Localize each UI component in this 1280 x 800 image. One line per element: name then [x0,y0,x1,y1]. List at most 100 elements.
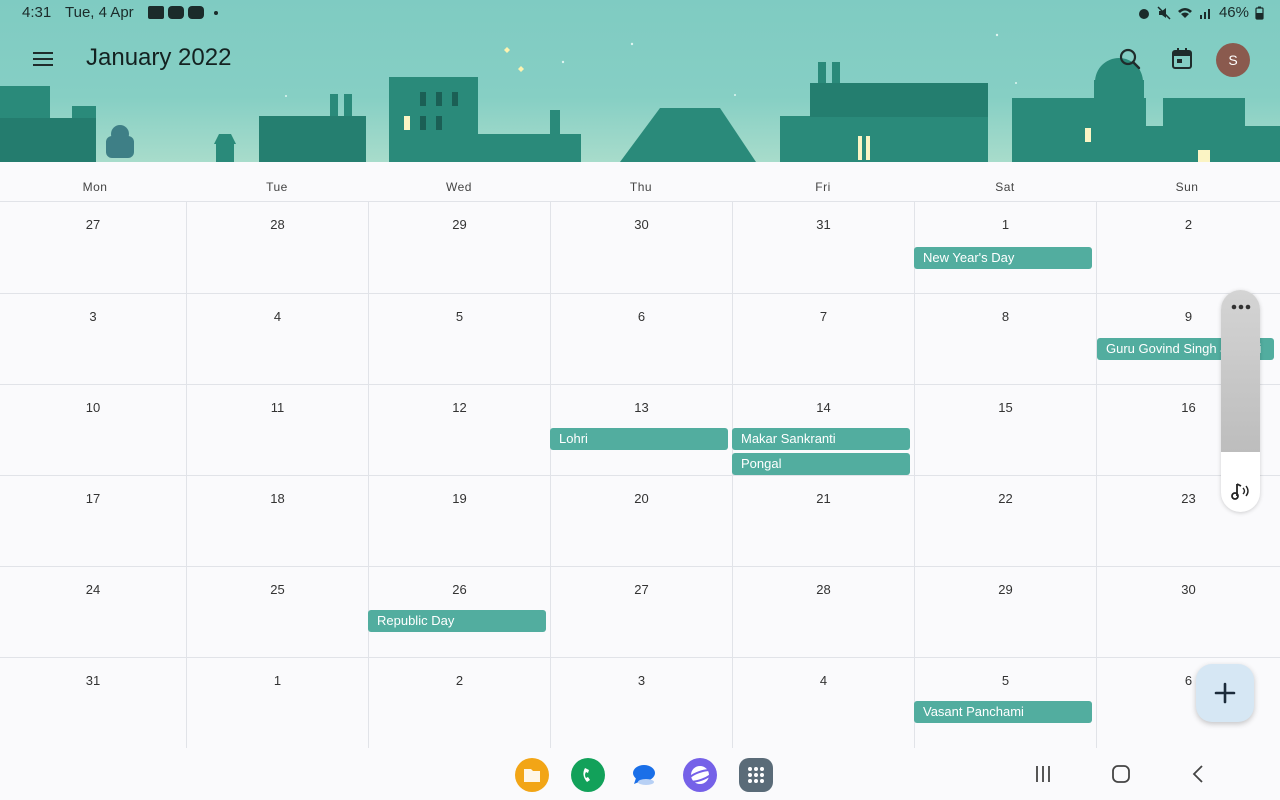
chat-bubble-glyph [633,765,655,785]
day-number: 25 [270,582,285,597]
internet-icon[interactable] [683,758,717,792]
day-cell[interactable]: 18 [187,476,369,567]
day-cell[interactable]: 29 [369,202,551,294]
recent-apps-icon[interactable] [1030,762,1056,786]
day-cell[interactable]: 29 [915,567,1097,658]
day-number: 12 [452,400,467,415]
day-number: 19 [452,491,467,506]
day-cell[interactable]: 10 [0,385,187,476]
day-cell[interactable]: 27 [551,567,733,658]
month-header-banner: 4:31 Tue, 4 Apr 46% January 2022 S [0,0,1280,162]
event-chip[interactable]: Lohri [550,428,728,450]
notification-icons [148,6,218,19]
status-bar: 4:31 Tue, 4 Apr 46% [0,0,1280,26]
day-number: 5 [1001,673,1010,688]
battery-icon [1255,6,1264,20]
month-title[interactable]: January 2022 [86,44,231,72]
day-number: 31 [816,217,831,232]
menu-button[interactable] [28,46,58,72]
status-date: Tue, 4 Apr [65,4,134,21]
status-right-icons: 46% [1137,4,1264,21]
day-cell[interactable]: 12 [369,385,551,476]
day-cell[interactable]: 15 [915,385,1097,476]
edge-panel-volume-track[interactable] [1221,290,1260,452]
back-icon[interactable] [1186,762,1212,786]
day-cell[interactable]: 31 [0,658,187,748]
day-cell[interactable]: 31 [733,202,915,294]
mute-icon [1157,5,1171,20]
system-navigation-bar [0,748,1280,800]
day-cell[interactable]: 19 [369,476,551,567]
day-number: 26 [452,582,467,597]
day-number: 14 [816,400,831,415]
day-cell[interactable]: 22 [915,476,1097,567]
day-cell[interactable]: 24 [0,567,187,658]
day-cell[interactable]: 25 [187,567,369,658]
day-cell[interactable]: 30 [1097,567,1280,658]
media-sound-icon[interactable] [1229,480,1253,502]
day-number: 17 [85,491,101,506]
hamburger-icon-line [33,58,53,60]
day-number: 3 [637,673,646,688]
search-icon[interactable] [1117,46,1143,72]
weekday-label: Tue [266,180,288,194]
day-number: 28 [270,217,285,232]
battery-percentage: 46% [1218,4,1249,21]
day-number: 3 [89,309,97,324]
signal-icon [1199,8,1210,19]
day-cell[interactable]: 7 [733,294,915,385]
create-event-button[interactable] [1196,664,1254,722]
event-chip[interactable]: Pongal [732,453,910,475]
day-number: 2 [1184,217,1193,232]
my-files-icon[interactable] [515,758,549,792]
day-number: 21 [816,491,831,506]
day-number: 6 [637,309,646,324]
today-calendar-icon[interactable] [1169,46,1195,72]
day-cell[interactable]: 3 [0,294,187,385]
event-chip[interactable]: Republic Day [368,610,546,632]
planet-glyph [687,766,714,784]
account-avatar[interactable]: S [1216,43,1250,77]
apps-icon[interactable] [739,758,773,792]
edge-panel-handle[interactable] [1221,290,1260,512]
day-cell[interactable]: 11 [187,385,369,476]
day-number: 1 [273,673,282,688]
day-cell[interactable]: 3 [551,658,733,748]
day-cell[interactable]: 20 [551,476,733,567]
phone-glyph [583,768,590,782]
day-cell[interactable]: 8 [915,294,1097,385]
day-cell[interactable]: 27 [0,202,187,294]
day-cell[interactable]: 6 [551,294,733,385]
day-cell[interactable]: 4 [733,658,915,748]
day-number: 31 [85,673,101,688]
day-cell[interactable]: 30 [551,202,733,294]
day-number: 7 [819,309,828,324]
event-chip[interactable]: New Year's Day [914,247,1092,269]
day-cell[interactable]: 28 [187,202,369,294]
messages-icon[interactable] [627,758,661,792]
day-number: 15 [998,400,1013,415]
day-number: 2 [455,673,464,688]
day-number: 18 [270,491,285,506]
more-options-icon[interactable] [1229,300,1253,314]
day-cell[interactable]: 28 [733,567,915,658]
day-cell[interactable]: 21 [733,476,915,567]
hamburger-icon-line [33,64,53,66]
home-icon[interactable] [1108,762,1134,786]
hamburger-icon [33,52,53,54]
day-number: 22 [998,491,1013,506]
phone-icon[interactable] [571,758,605,792]
day-cell[interactable]: 5 [369,294,551,385]
day-cell[interactable]: 4 [187,294,369,385]
more-notifications-dot [214,10,218,15]
folder-glyph [524,769,540,782]
day-cell[interactable]: 2 [369,658,551,748]
day-cell[interactable]: 2 [1097,202,1280,294]
event-chip[interactable]: Vasant Panchami [914,701,1092,723]
day-number: 28 [816,582,831,597]
weekday-label: Fri [815,180,831,194]
youtube-notification-icon-2 [188,6,204,19]
day-cell[interactable]: 17 [0,476,187,567]
event-chip[interactable]: Makar Sankranti [732,428,910,450]
day-cell[interactable]: 1 [187,658,369,748]
